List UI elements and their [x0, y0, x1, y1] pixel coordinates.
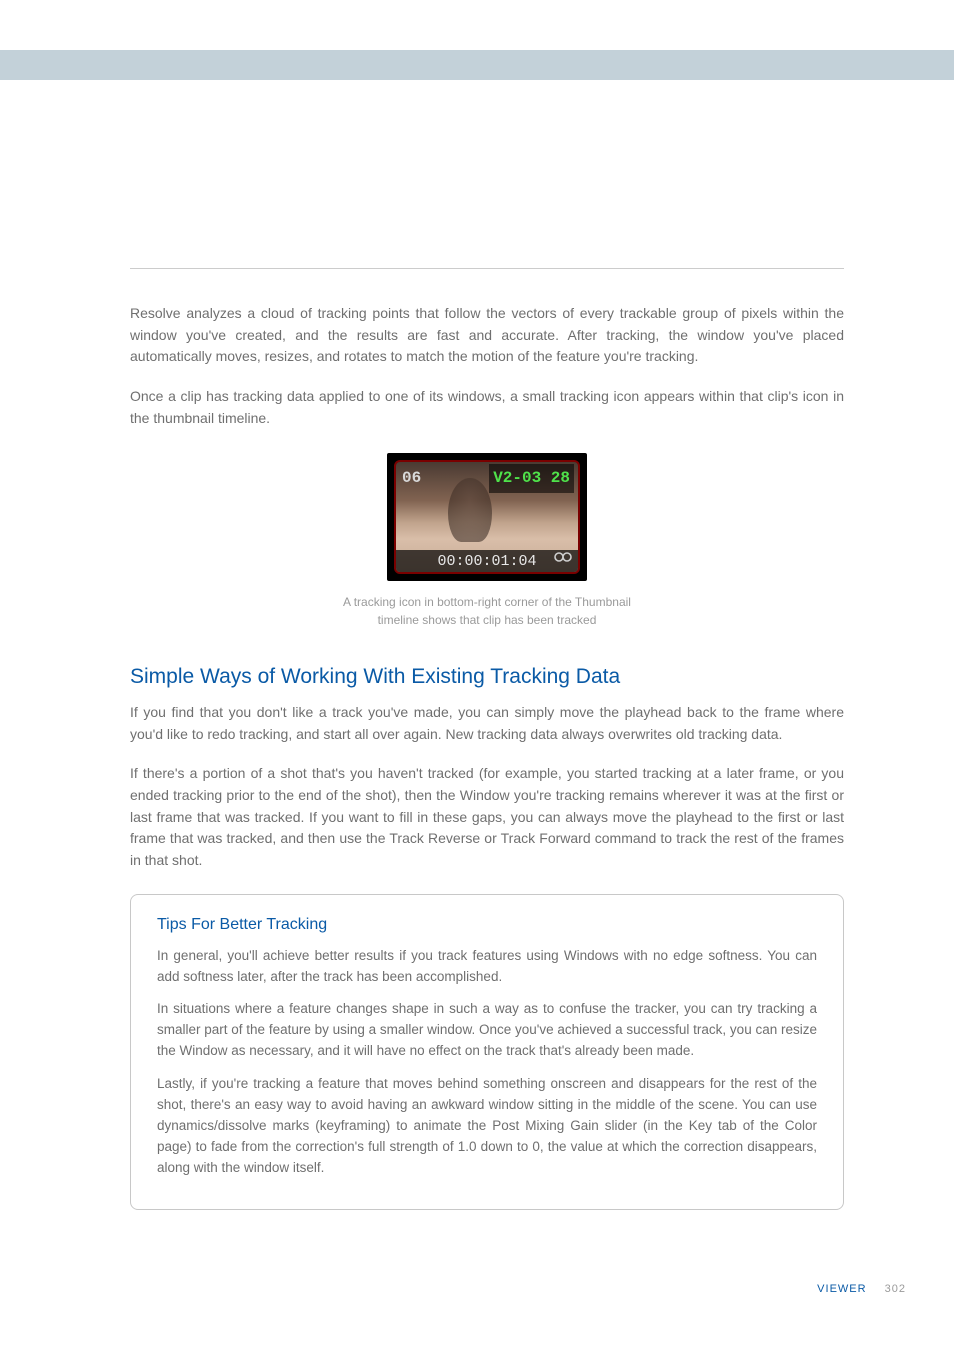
tip-box: Tips For Better Tracking In general, you…: [130, 894, 844, 1210]
footer-section-label: VIEWER: [817, 1283, 866, 1295]
figure-caption-line: A tracking icon in bottom-right corner o…: [343, 595, 631, 609]
page: Resolve analyzes a cloud of tracking poi…: [0, 0, 954, 1350]
content-area: Resolve analyzes a cloud of tracking poi…: [130, 268, 844, 1210]
body-paragraph: If you find that you don't like a track …: [130, 702, 844, 745]
tip-paragraph: Lastly, if you're tracking a feature tha…: [157, 1074, 817, 1179]
thumbnail-image: 06 V2-03 28 00:00:01:04: [394, 460, 580, 574]
thumbnail-clip-label: V2-03 28: [489, 464, 574, 493]
tip-box-title: Tips For Better Tracking: [157, 913, 817, 938]
page-footer: VIEWER 302: [817, 1281, 906, 1298]
divider: [130, 268, 844, 269]
body-paragraph: Once a clip has tracking data applied to…: [130, 386, 844, 429]
section-heading: Simple Ways of Working With Existing Tra…: [130, 661, 844, 694]
figure-caption: A tracking icon in bottom-right corner o…: [277, 593, 697, 629]
tracking-icon: [554, 549, 574, 571]
thumbnail-index: 06: [402, 466, 421, 491]
thumbnail-subject: [448, 478, 492, 542]
thumbnail-timecode-bar: 00:00:01:04: [396, 550, 578, 572]
tip-paragraph: In situations where a feature changes sh…: [157, 999, 817, 1062]
thumbnail-figure: 06 V2-03 28 00:00:01:04: [387, 453, 587, 581]
body-paragraph: If there's a portion of a shot that's yo…: [130, 763, 844, 871]
header-bar: [0, 50, 954, 80]
thumbnail-timecode: 00:00:01:04: [437, 553, 536, 570]
body-paragraph: Resolve analyzes a cloud of tracking poi…: [130, 303, 844, 368]
figure-caption-line: timeline shows that clip has been tracke…: [378, 613, 597, 627]
footer-page-number: 302: [885, 1283, 906, 1295]
tip-paragraph: In general, you'll achieve better result…: [157, 946, 817, 988]
